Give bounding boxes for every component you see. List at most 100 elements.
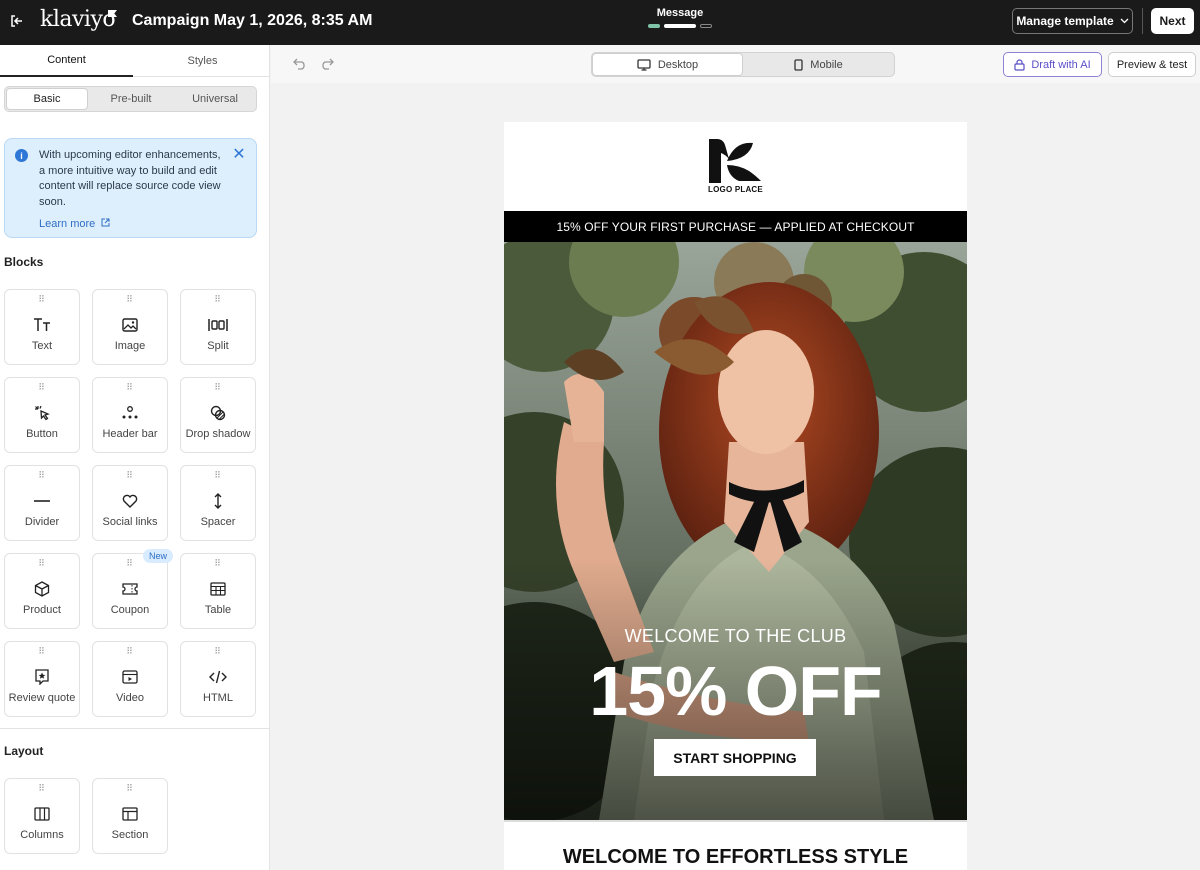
topbar-divider [1142,8,1143,34]
hero-headline: 15% OFF [589,652,883,730]
draft-with-ai-button[interactable]: Draft with AI [1003,52,1102,77]
layout-heading: Layout [4,744,44,758]
mobile-label: Mobile [810,58,843,71]
block-button[interactable]: ⠿ Button [4,377,80,453]
email-canvas: LOGO PLACE 15% OFF YOUR FIRST PURCHASE —… [504,122,967,870]
block-label: Image [114,340,146,352]
email-divider [504,820,967,822]
chevron-down-icon [1120,18,1129,24]
block-label: Divider [24,516,60,528]
drag-handle-icon: ⠿ [38,470,46,480]
block-label: HTML [203,692,233,704]
desktop-view-button[interactable]: Desktop [592,53,743,76]
sidebar-divider [0,728,269,729]
step-done-dot [648,24,660,28]
block-coupon[interactable]: ⠿ Coupon [92,553,168,629]
editor-notice: i With upcoming editor enhancements, a m… [4,138,257,238]
block-header-bar[interactable]: ⠿ Header bar [92,377,168,453]
segment-pre-built[interactable]: Pre-built [90,88,172,110]
block-label: Text [31,340,53,352]
video-icon [93,667,167,687]
segment-universal[interactable]: Universal [174,88,256,110]
learn-more-link[interactable]: Learn more [39,218,110,230]
block-label: Spacer [200,516,236,528]
hero-image[interactable]: WELCOME TO THE CLUB 15% OFF START SHOPPI… [504,242,967,820]
drag-handle-icon: ⠿ [38,558,46,568]
image-icon [93,315,167,335]
split-icon [181,315,255,335]
drag-handle-icon: ⠿ [38,783,46,793]
block-image[interactable]: ⠿ Image [92,289,168,365]
brand-logo-icon [709,139,761,183]
next-button[interactable]: Next [1151,8,1194,34]
mobile-icon [794,58,803,71]
block-label: Coupon [110,604,150,616]
drag-handle-icon: ⠿ [38,294,46,304]
block-label: Review quote [8,692,76,704]
manage-template-label: Manage template [1016,14,1114,28]
block-label: Social links [102,516,158,528]
block-video[interactable]: ⠿ Video [92,641,168,717]
email-logo-block[interactable]: LOGO PLACE [504,122,967,211]
drag-handle-icon: ⠿ [126,382,134,392]
block-drop-shadow[interactable]: ⠿ Drop shadow [180,377,256,453]
preview-test-button[interactable]: Preview & test [1108,52,1196,77]
logo-caption: LOGO PLACE [708,185,763,194]
notice-text: With upcoming editor enhancements, a mor… [39,149,221,208]
start-shopping-button[interactable]: START SHOPPING [654,739,816,776]
campaign-title[interactable]: Campaign May 1, 2026, 8:35 AM [132,12,372,30]
star-icon [5,667,79,687]
divider-icon [5,491,79,511]
drag-handle-icon: ⠿ [214,646,222,656]
block-text[interactable]: ⠿ Text [4,289,80,365]
learn-more-label: Learn more [39,218,96,230]
block-label: Section [111,829,149,841]
draft-with-ai-label: Draft with AI [1031,58,1091,71]
hero-kicker: WELCOME TO THE CLUB [624,626,847,646]
external-link-icon [101,218,110,227]
block-split[interactable]: ⠿ Split [180,289,256,365]
block-label: Video [116,692,144,704]
drag-handle-icon: ⠿ [126,783,134,793]
drag-handle-icon: ⠿ [126,646,134,656]
cube-icon [5,579,79,599]
undo-icon[interactable] [291,55,309,73]
klaviyo-flag-icon [108,10,117,17]
exit-icon[interactable] [6,10,28,32]
block-product[interactable]: ⠿ Product [4,553,80,629]
editor-toolbar: Desktop Mobile Draft with AI Preview & t… [271,45,1200,83]
block-spacer[interactable]: ⠿ Spacer [180,465,256,541]
manage-template-button[interactable]: Manage template [1012,8,1133,34]
block-label: Columns [20,829,64,841]
spacer-icon [181,491,255,511]
blocks-heading: Blocks [4,255,44,269]
info-icon: i [15,149,28,162]
tab-content[interactable]: Content [0,45,133,77]
lock-icon [1014,58,1025,71]
drag-handle-icon: ⠿ [38,646,46,656]
block-label: Drop shadow [185,428,251,440]
block-label: Table [204,604,232,616]
promo-bar[interactable]: 15% OFF YOUR FIRST PURCHASE — APPLIED AT… [504,211,967,242]
block-review-quote[interactable]: ⠿ Review quote [4,641,80,717]
close-icon[interactable]: ✕ [231,146,247,163]
block-html[interactable]: ⠿ HTML [180,641,256,717]
drag-handle-icon: ⠿ [214,470,222,480]
drag-handle-icon: ⠿ [214,382,222,392]
block-columns[interactable]: ⠿ Columns [4,778,80,854]
drag-handle-icon: ⠿ [214,558,222,568]
email-section-heading[interactable]: WELCOME TO EFFORTLESS STYLE [504,846,967,869]
code-icon [181,667,255,687]
block-table[interactable]: ⠿ Table [180,553,256,629]
block-label: Product [23,604,61,616]
tab-styles[interactable]: Styles [136,45,269,77]
block-section[interactable]: ⠿ Section [92,778,168,854]
block-social-links[interactable]: ⠿ Social links [92,465,168,541]
redo-icon[interactable] [318,55,336,73]
segment-basic[interactable]: Basic [6,88,88,110]
block-divider[interactable]: ⠿ Divider [4,465,80,541]
drop-shadow-icon [181,403,255,423]
mobile-view-button[interactable]: Mobile [743,53,894,76]
header-bar-icon [93,403,167,423]
table-icon [181,579,255,599]
